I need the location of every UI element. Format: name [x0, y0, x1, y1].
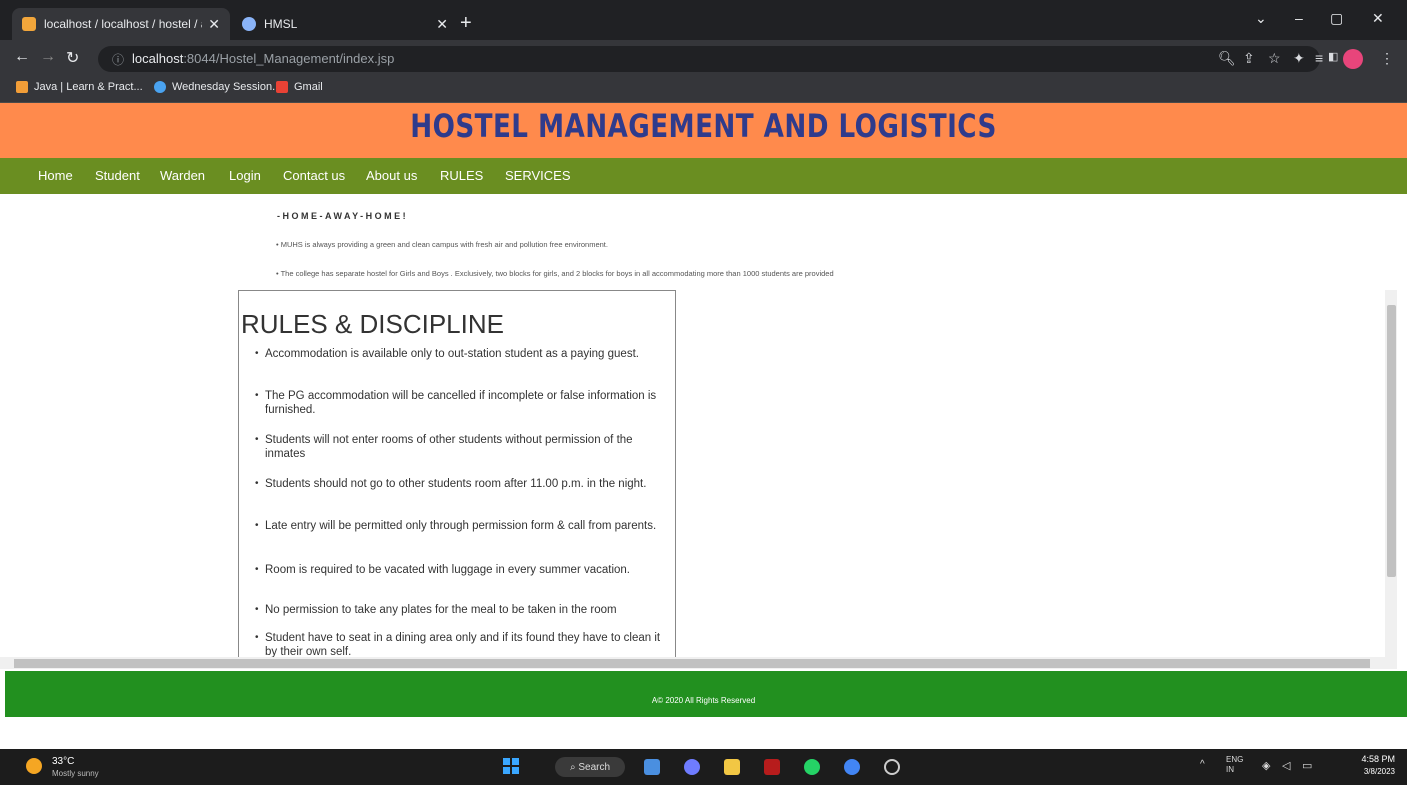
site-title: HOSTEL MANAGEMENT AND LOGISTICS	[410, 107, 997, 145]
new-tab-button[interactable]: +	[460, 12, 472, 35]
rule-item: Accommodation is available only to out-s…	[255, 347, 665, 361]
reload-icon[interactable]: ↻	[66, 48, 79, 68]
language-indicator[interactable]: ENG IN	[1226, 755, 1243, 775]
chevron-up-icon[interactable]: ^	[1200, 759, 1205, 770]
nav-about-us[interactable]: About us	[366, 168, 417, 183]
close-tab-icon[interactable]: ✕	[436, 16, 448, 33]
windows-start-icon[interactable]	[503, 758, 519, 774]
nav-warden[interactable]: Warden	[160, 168, 205, 183]
weather-temperature[interactable]: 33°C	[52, 756, 74, 767]
nav-rules[interactable]: RULES	[440, 168, 483, 183]
zoom-icon[interactable]: 🔍︎	[1218, 50, 1236, 67]
volume-icon[interactable]: ◁	[1282, 759, 1290, 772]
intro-line: • MUHS is always providing a green and c…	[276, 240, 608, 249]
task-view-icon[interactable]	[644, 759, 660, 775]
back-arrow-icon[interactable]: ←	[14, 48, 30, 66]
clock-time[interactable]: 4:58 PM	[1355, 754, 1395, 764]
browser-tab-phpmyadmin[interactable]: localhost / localhost / hostel / ac ✕	[12, 8, 230, 40]
menu-dots-icon[interactable]: ⋮	[1380, 50, 1394, 67]
rules-panel: RULES & DISCIPLINE Accommodation is avai…	[238, 290, 676, 658]
rule-item: The PG accommodation will be cancelled i…	[255, 389, 665, 417]
info-icon[interactable]: ⓘ	[112, 51, 124, 68]
share-icon[interactable]: ⇪	[1243, 50, 1255, 67]
search-icon: ⌕	[569, 761, 579, 773]
rule-item: Students will not enter rooms of other s…	[255, 433, 665, 461]
tagline: -HOME-AWAY-HOME!	[277, 211, 409, 221]
forward-arrow-icon[interactable]: →	[40, 48, 56, 66]
nav-services[interactable]: SERVICES	[505, 168, 571, 183]
phpmyadmin-icon	[22, 17, 36, 31]
whatsapp-icon[interactable]	[804, 759, 820, 775]
footer-copyright: A© 2020 All Rights Reserved	[651, 696, 756, 705]
rule-item: Students should not go to other students…	[255, 477, 665, 491]
rule-item: Late entry will be permitted only throug…	[255, 519, 665, 533]
side-panel-icon[interactable]: ◧	[1328, 50, 1338, 63]
rule-item: Room is required to be vacated with lugg…	[255, 563, 665, 577]
maximize-button[interactable]: ▢	[1330, 10, 1343, 27]
bookmark-favicon	[16, 81, 28, 93]
bookmark-java[interactable]: Java | Learn & Pract...	[16, 81, 143, 93]
settings-gear-icon[interactable]	[884, 759, 900, 775]
minimize-button[interactable]: –	[1295, 10, 1303, 26]
nav-contact-us[interactable]: Contact us	[283, 168, 345, 183]
extensions-icon[interactable]: ✦	[1293, 50, 1305, 67]
site-nav-bar	[0, 158, 1407, 194]
bookmark-star-icon[interactable]: ☆	[1268, 50, 1281, 67]
intro-line: • The college has separate hostel for Gi…	[276, 269, 834, 278]
nav-login[interactable]: Login	[229, 168, 261, 183]
bookmark-wednesday[interactable]: Wednesday Session...	[154, 81, 281, 93]
close-window-button[interactable]: ✕	[1372, 10, 1384, 27]
reading-list-icon[interactable]: ≡	[1315, 50, 1323, 66]
file-explorer-icon[interactable]	[724, 759, 740, 775]
search-label: Search	[578, 761, 611, 773]
bookmark-favicon	[154, 81, 166, 93]
horizontal-scroll-thumb[interactable]	[14, 659, 1370, 668]
site-footer	[5, 671, 1407, 717]
chat-icon[interactable]	[684, 759, 700, 775]
wifi-icon[interactable]: ◈	[1262, 759, 1270, 772]
url-path: :8044/Hostel_Management/index.jsp	[183, 51, 395, 66]
battery-icon[interactable]: ▭	[1302, 759, 1312, 772]
tab-title: localhost / localhost / hostel / ac	[44, 17, 203, 31]
url-host: localhost	[132, 51, 184, 66]
windows-taskbar	[0, 749, 1407, 785]
adobe-app-icon[interactable]	[764, 759, 780, 775]
bookmark-label: Wednesday Session...	[172, 81, 282, 93]
bookmark-label: Java | Learn & Pract...	[34, 81, 143, 93]
close-tab-icon[interactable]: ✕	[208, 16, 220, 33]
weather-description[interactable]: Mostly sunny	[52, 769, 99, 778]
nav-home[interactable]: Home	[38, 168, 73, 183]
tab-search-icon[interactable]: ⌄	[1255, 10, 1267, 27]
taskbar-search-button[interactable]: ⌕ Search	[555, 757, 625, 777]
bookmark-gmail[interactable]: Gmail	[276, 81, 323, 93]
vertical-scroll-thumb[interactable]	[1387, 305, 1396, 577]
url-text[interactable]: localhost:8044/Hostel_Management/index.j…	[132, 51, 394, 66]
rule-item: No permission to take any plates for the…	[255, 603, 665, 617]
profile-avatar[interactable]	[1343, 49, 1363, 69]
weather-sun-icon[interactable]	[26, 758, 42, 774]
rules-heading: RULES & DISCIPLINE	[241, 309, 504, 339]
rule-item: Student have to seat in a dining area on…	[255, 631, 665, 657]
browser-tab-hmsl[interactable]: HMSL ✕	[232, 8, 458, 40]
globe-icon	[242, 17, 256, 31]
bookmark-label: Gmail	[294, 81, 323, 93]
chrome-icon[interactable]	[844, 759, 860, 775]
nav-student[interactable]: Student	[95, 168, 140, 183]
tab-title: HMSL	[264, 17, 298, 31]
clock-date[interactable]: 3/8/2023	[1355, 767, 1395, 776]
gmail-icon	[276, 81, 288, 93]
